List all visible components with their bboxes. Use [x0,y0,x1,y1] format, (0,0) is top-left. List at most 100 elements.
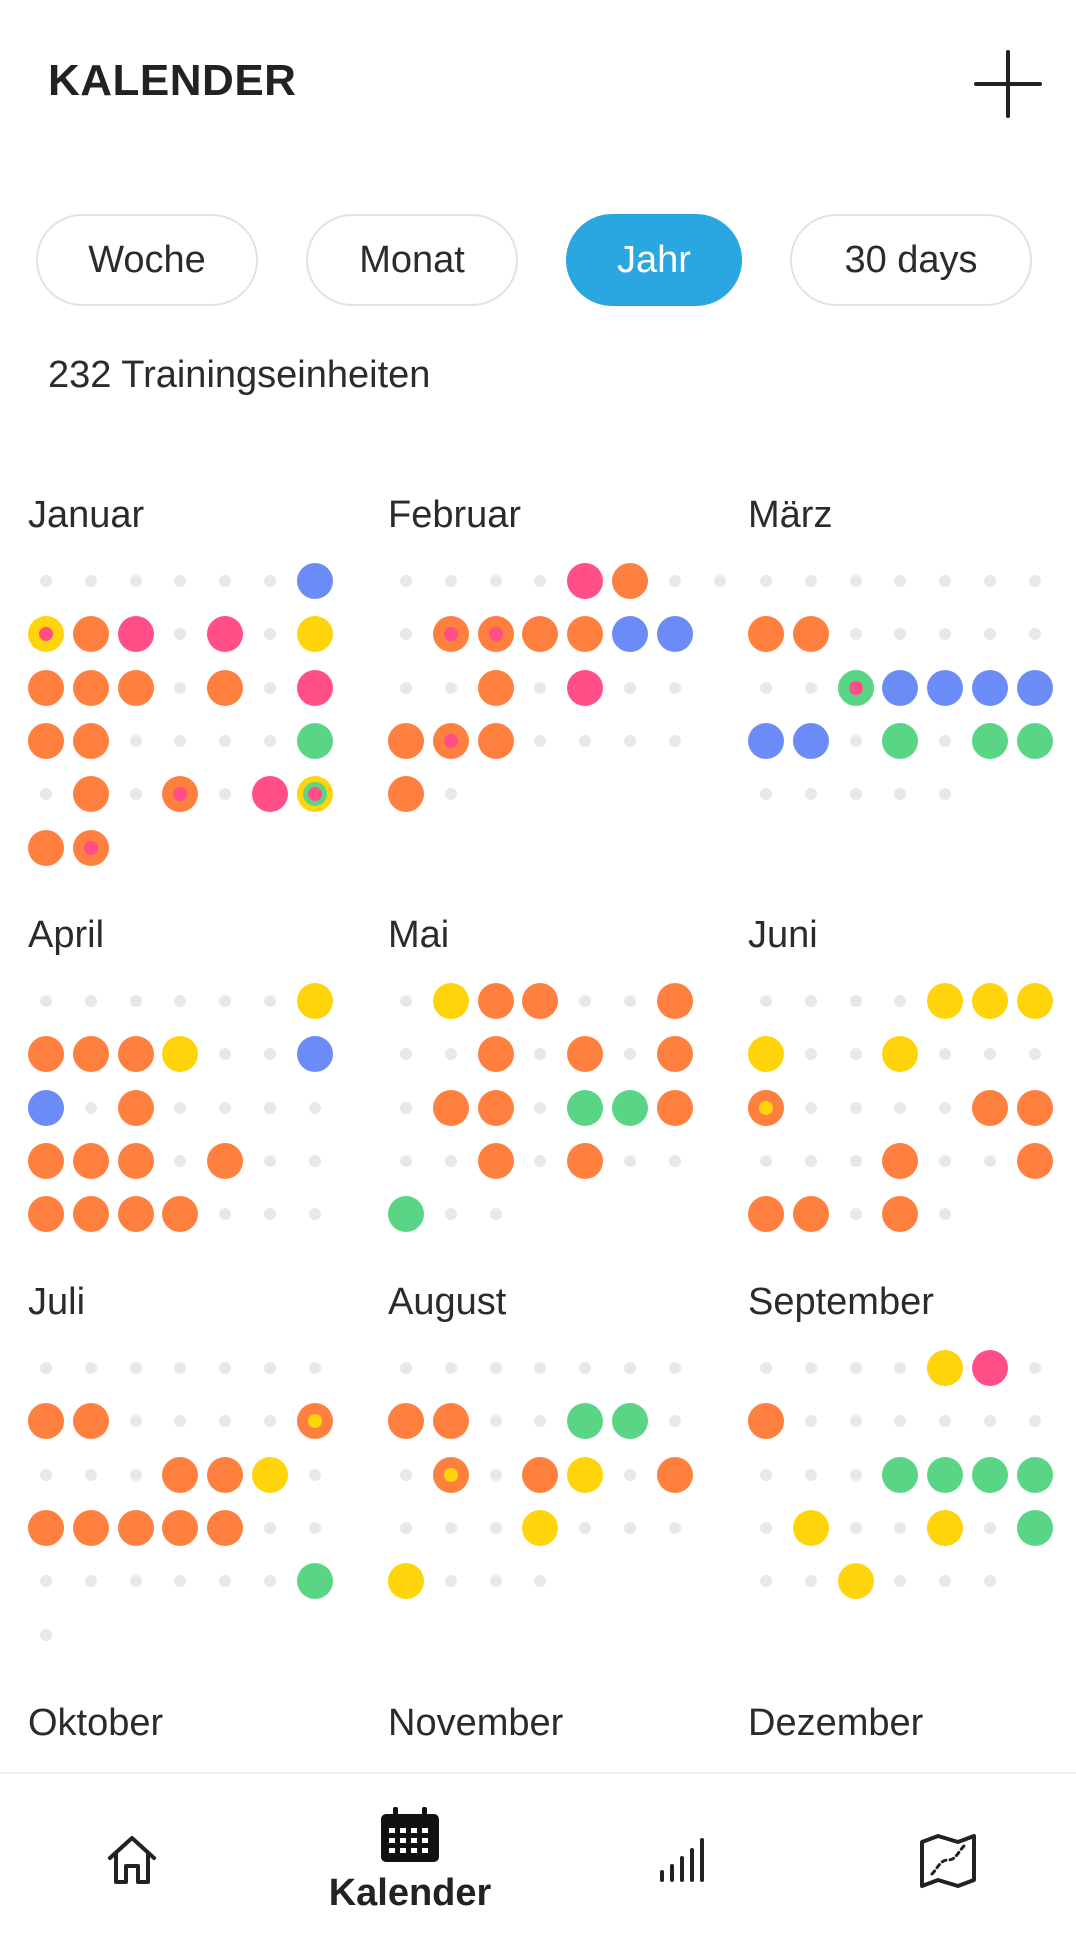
day-training[interactable] [72,1196,109,1233]
day-training[interactable] [296,563,333,599]
day-training[interactable] [72,669,109,706]
nav-item-statistics[interactable] [634,1774,734,1946]
day-training[interactable] [522,1456,559,1493]
day-training[interactable] [1016,983,1053,1019]
day-training[interactable] [882,669,919,706]
day-training[interactable] [28,722,64,759]
day-training[interactable] [117,1509,154,1546]
day-training[interactable] [207,669,244,706]
day-training[interactable] [882,1196,919,1233]
day-training[interactable] [432,1456,469,1493]
day-training[interactable] [656,1456,693,1493]
day-training[interactable] [972,1089,1008,1126]
day-training[interactable] [567,1089,604,1126]
day-training[interactable] [477,616,514,653]
day-training[interactable] [567,1142,604,1179]
day-training[interactable] [28,616,64,653]
tab-30-days[interactable]: 30 days [790,214,1032,306]
day-training[interactable] [28,1089,64,1126]
day-training[interactable] [207,1142,244,1179]
day-training[interactable] [748,1196,784,1233]
day-training[interactable] [72,1036,109,1073]
day-training[interactable] [656,983,693,1019]
day-training[interactable] [522,983,559,1019]
day-training[interactable] [522,616,559,653]
day-training[interactable] [972,669,1008,706]
day-training[interactable] [477,1089,514,1126]
day-training[interactable] [656,1089,693,1126]
day-training[interactable] [296,669,333,706]
day-training[interactable] [72,776,109,813]
tab-woche[interactable]: Woche [36,214,258,306]
day-training[interactable] [117,1142,154,1179]
day-training[interactable] [1016,722,1053,759]
day-training[interactable] [567,669,604,706]
day-training[interactable] [432,722,469,759]
day-training[interactable] [792,1196,829,1233]
day-training[interactable] [612,563,648,599]
day-training[interactable] [252,1456,288,1493]
day-training[interactable] [117,1196,154,1233]
day-training[interactable] [388,1196,424,1233]
day-training[interactable] [207,1509,244,1546]
day-training[interactable] [972,983,1008,1019]
day-training[interactable] [567,616,604,653]
day-training[interactable] [117,1036,154,1073]
day-training[interactable] [162,1456,199,1493]
day-training[interactable] [28,1403,64,1440]
day-training[interactable] [477,983,514,1019]
day-training[interactable] [72,1142,109,1179]
day-training[interactable] [837,1563,874,1600]
day-training[interactable] [972,722,1008,759]
day-training[interactable] [388,722,424,759]
nav-item-home[interactable] [82,1774,182,1946]
day-training[interactable] [28,669,64,706]
day-training[interactable] [296,722,333,759]
day-training[interactable] [748,1403,784,1440]
day-training[interactable] [296,1403,333,1440]
day-training[interactable] [28,1036,64,1073]
day-training[interactable] [477,1036,514,1073]
day-training[interactable] [28,829,64,866]
day-training[interactable] [477,722,514,759]
day-training[interactable] [882,1456,919,1493]
day-training[interactable] [1016,1456,1053,1493]
day-training[interactable] [612,1403,648,1440]
day-training[interactable] [927,1456,964,1493]
day-training[interactable] [162,1036,199,1073]
day-training[interactable] [207,616,244,653]
day-training[interactable] [388,1403,424,1440]
day-training[interactable] [207,1456,244,1493]
day-training[interactable] [252,776,288,813]
day-training[interactable] [162,1509,199,1546]
tab-monat[interactable]: Monat [306,214,518,306]
day-training[interactable] [748,616,784,653]
day-training[interactable] [612,1089,648,1126]
day-training[interactable] [927,669,964,706]
day-training[interactable] [296,616,333,653]
day-training[interactable] [882,1142,919,1179]
day-training[interactable] [296,1563,333,1600]
day-training[interactable] [432,1403,469,1440]
day-training[interactable] [432,616,469,653]
day-training[interactable] [1016,1089,1053,1126]
day-training[interactable] [567,1403,604,1440]
day-training[interactable] [837,669,874,706]
day-training[interactable] [117,616,154,653]
day-training[interactable] [296,1036,333,1073]
day-training[interactable] [567,1456,604,1493]
day-training[interactable] [28,1509,64,1546]
day-training[interactable] [162,776,199,813]
day-training[interactable] [28,1196,64,1233]
day-training[interactable] [882,1036,919,1073]
day-training[interactable] [477,1142,514,1179]
day-training[interactable] [117,1089,154,1126]
day-training[interactable] [927,1350,964,1386]
day-training[interactable] [477,669,514,706]
day-training[interactable] [656,1036,693,1073]
add-button[interactable] [970,46,1046,122]
tab-jahr[interactable]: Jahr [566,214,742,306]
day-training[interactable] [296,776,333,813]
day-training[interactable] [882,722,919,759]
day-training[interactable] [162,1196,199,1233]
